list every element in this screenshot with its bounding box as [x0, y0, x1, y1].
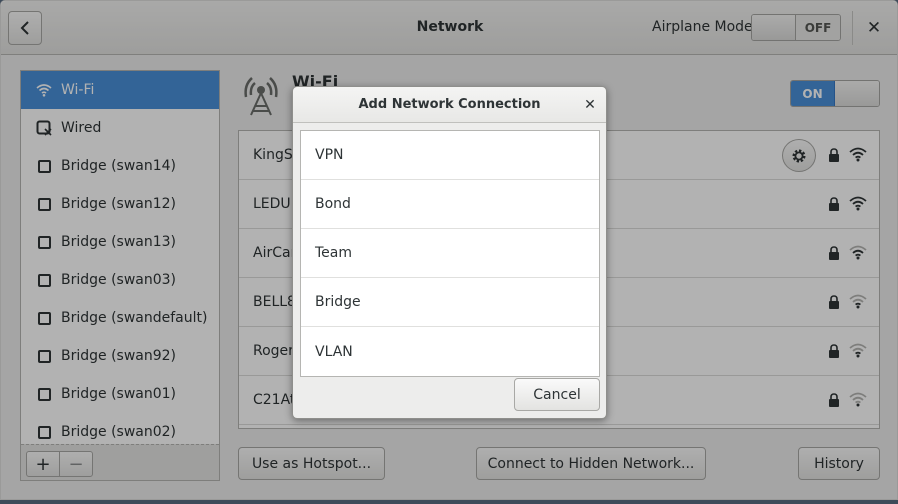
dialog-title: Add Network Connection [358, 97, 541, 112]
connection-type-bridge[interactable]: Bridge [301, 278, 599, 327]
dialog-header: Add Network Connection ✕ [293, 87, 606, 123]
connection-type-bond[interactable]: Bond [301, 180, 599, 229]
network-settings-window: Network Airplane Mode OFF ✕ Wi-Fi Wired [0, 0, 898, 500]
connection-type-list: VPN Bond Team Bridge VLAN [300, 130, 600, 377]
connection-type-vpn[interactable]: VPN [301, 131, 599, 180]
add-network-connection-dialog: Add Network Connection ✕ VPN Bond Team B… [292, 86, 607, 419]
close-icon: ✕ [584, 97, 596, 113]
connection-type-vlan[interactable]: VLAN [301, 327, 599, 376]
dialog-close-button[interactable]: ✕ [580, 95, 600, 115]
cancel-button[interactable]: Cancel [514, 378, 600, 411]
connection-type-team[interactable]: Team [301, 229, 599, 278]
